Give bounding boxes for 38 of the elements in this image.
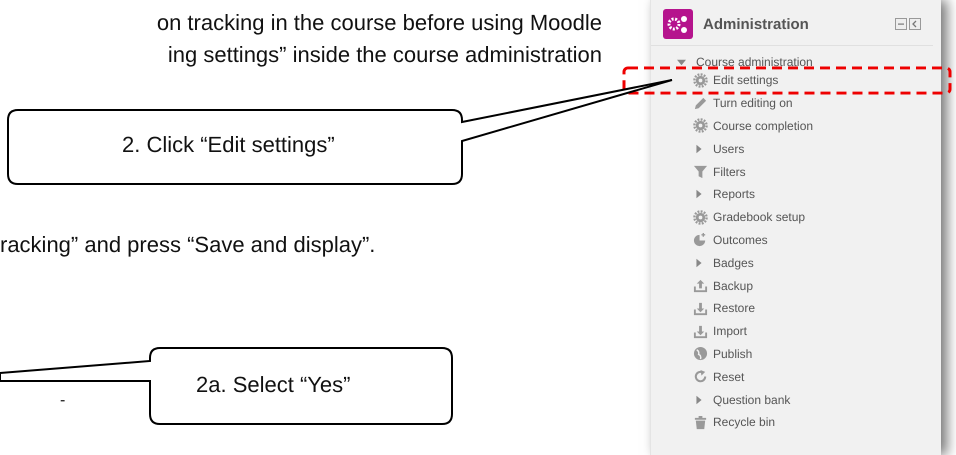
pie-icon [693, 232, 708, 248]
gear-icon [693, 72, 708, 88]
body-text: ing settings” inside the course administration [168, 42, 602, 68]
trash-icon [693, 414, 708, 430]
menu-item[interactable]: Reset [713, 370, 744, 384]
callout-text: 2. Click “Edit settings” [122, 132, 335, 158]
menu-item[interactable]: Course completion [713, 118, 814, 133]
menu-item[interactable]: Edit settings [713, 73, 778, 88]
menu-item[interactable]: Outcomes [713, 232, 768, 247]
upload-icon [693, 278, 708, 294]
menu-item[interactable]: Backup [713, 278, 754, 293]
menu-item[interactable]: Publish [713, 346, 752, 361]
menu-item[interactable]: Recycle bin [713, 415, 776, 430]
pencil-icon [693, 96, 708, 111]
reset-icon [693, 369, 708, 384]
download-icon [693, 300, 708, 316]
gear-icon [693, 118, 708, 134]
globe-icon [693, 346, 708, 362]
menu-item[interactable]: Reports [713, 187, 756, 202]
dock-icon[interactable] [909, 18, 921, 30]
callout-text: 2a. Select “Yes” [196, 372, 350, 398]
body-text: racking” and press “Save and display”. [0, 232, 376, 258]
menu-item[interactable]: Filters [713, 164, 746, 179]
menu-item[interactable]: Gradebook setup [713, 210, 806, 224]
collapse-icon[interactable] [895, 18, 907, 30]
menu-item[interactable]: Question bank [713, 392, 790, 407]
menu-item[interactable]: Course administration [696, 55, 813, 69]
body-text: on tracking in the course before using Moodle [156, 10, 602, 36]
gear-icon [693, 210, 708, 225]
menu-item[interactable]: Turn editing on [713, 96, 793, 110]
menu-item[interactable]: Restore [713, 301, 756, 316]
panel-title: Administration [703, 16, 810, 32]
download-icon [693, 324, 708, 339]
menu-item[interactable]: Users [713, 142, 744, 156]
dash-text: - [60, 392, 66, 410]
menu-item[interactable]: Import [713, 324, 748, 338]
filter-icon [693, 164, 708, 180]
menu-item[interactable]: Badges [713, 256, 754, 270]
